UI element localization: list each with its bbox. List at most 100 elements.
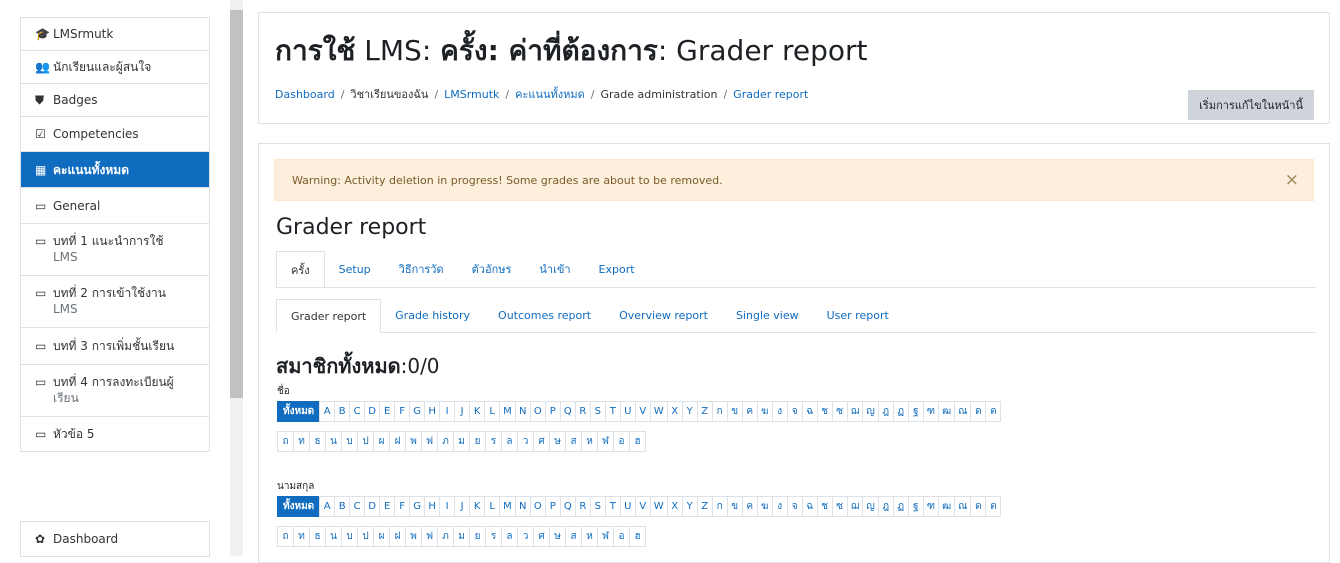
firstname-initial-all[interactable]: ทั้งหมด xyxy=(277,401,321,422)
firstname-initial-letter[interactable]: Y xyxy=(681,401,698,422)
firstname-initial-letter[interactable]: ฉ xyxy=(801,401,818,422)
primary-tab[interactable]: Export xyxy=(585,251,649,287)
lastname-initial-letter[interactable]: ช xyxy=(816,496,833,517)
firstname-initial-letter[interactable]: ซ xyxy=(831,401,848,422)
firstname-initial-letter[interactable]: M xyxy=(499,401,516,422)
sidebar-item[interactable]: ▦ คะแนนทั้งหมด xyxy=(21,152,209,188)
lastname-initial-letter[interactable]: W xyxy=(649,496,668,517)
firstname-initial-letter[interactable]: Z xyxy=(696,401,713,422)
firstname-initial-letter[interactable]: ฮ xyxy=(629,431,646,452)
lastname-initial-letter[interactable]: H xyxy=(424,496,441,517)
firstname-initial-letter[interactable]: I xyxy=(439,401,456,422)
lastname-initial-letter[interactable]: ณ xyxy=(954,496,972,517)
firstname-initial-letter[interactable]: ห xyxy=(581,431,598,452)
lastname-initial-letter[interactable]: ฉ xyxy=(801,496,818,517)
lastname-initial-letter[interactable]: ม xyxy=(453,526,470,547)
lastname-initial-letter[interactable]: F xyxy=(394,496,411,517)
lastname-initial-letter[interactable]: ร xyxy=(485,526,502,547)
firstname-initial-letter[interactable]: ต xyxy=(985,401,1002,422)
lastname-initial-letter[interactable]: ต xyxy=(985,496,1002,517)
firstname-initial-letter[interactable]: ด xyxy=(970,401,987,422)
lastname-initial-letter[interactable]: O xyxy=(529,496,546,517)
lastname-initial-letter[interactable]: ข xyxy=(726,496,743,517)
lastname-initial-letter[interactable]: ถ xyxy=(277,526,294,547)
firstname-initial-letter[interactable]: S xyxy=(589,401,606,422)
firstname-initial-letter[interactable]: O xyxy=(529,401,546,422)
firstname-initial-letter[interactable]: ฬ xyxy=(597,431,614,452)
firstname-initial-letter[interactable]: ป xyxy=(357,431,374,452)
lastname-initial-letter[interactable]: ฮ xyxy=(629,526,646,547)
firstname-initial-letter[interactable]: R xyxy=(574,401,591,422)
lastname-initial-letter[interactable]: น xyxy=(325,526,342,547)
lastname-initial-letter[interactable]: C xyxy=(349,496,366,517)
lastname-initial-letter[interactable]: ธ xyxy=(309,526,326,547)
lastname-initial-letter[interactable]: ส xyxy=(565,526,582,547)
firstname-initial-letter[interactable]: ฑ xyxy=(922,401,940,422)
sidebar-item[interactable]: 👥 นักเรียนและผู้สนใจ xyxy=(21,51,209,84)
lastname-initial-letter[interactable]: ฏ xyxy=(892,496,909,517)
lastname-initial-letter[interactable]: N xyxy=(514,496,531,517)
firstname-initial-letter[interactable]: ก xyxy=(711,401,728,422)
lastname-initial-letter[interactable]: ท xyxy=(293,526,310,547)
lastname-initial-letter[interactable]: I xyxy=(439,496,456,517)
firstname-initial-letter[interactable]: ย xyxy=(469,431,486,452)
lastname-initial-letter[interactable]: จ xyxy=(786,496,803,517)
lastname-initial-letter[interactable]: อ xyxy=(613,526,630,547)
firstname-initial-letter[interactable]: ฝ xyxy=(389,431,406,452)
firstname-initial-letter[interactable]: ส xyxy=(565,431,582,452)
lastname-initial-letter[interactable]: Z xyxy=(696,496,713,517)
firstname-initial-letter[interactable]: ฌ xyxy=(846,401,864,422)
lastname-initial-letter[interactable]: P xyxy=(544,496,561,517)
lastname-initial-letter[interactable]: ฬ xyxy=(597,526,614,547)
firstname-initial-letter[interactable]: ท xyxy=(293,431,310,452)
lastname-initial-letter[interactable]: G xyxy=(409,496,426,517)
firstname-initial-letter[interactable]: ช xyxy=(816,401,833,422)
close-icon[interactable]: × xyxy=(1285,170,1299,190)
firstname-initial-letter[interactable]: ค xyxy=(741,401,758,422)
secondary-tab[interactable]: Outcomes report xyxy=(484,299,605,332)
firstname-initial-letter[interactable]: ฟ xyxy=(421,431,438,452)
firstname-initial-letter[interactable]: ล xyxy=(501,431,518,452)
firstname-initial-letter[interactable]: ข xyxy=(726,401,743,422)
firstname-initial-letter[interactable]: ษ xyxy=(549,431,566,452)
sidebar-item[interactable]: ▭ บทที่ 4 การลงทะเบียนผู้ เรียน xyxy=(21,365,209,417)
firstname-initial-letter[interactable]: ฏ xyxy=(892,401,909,422)
primary-tab[interactable]: วิธีการวัด xyxy=(385,251,458,287)
sidebar-item[interactable]: ▭ บทที่ 3 การเพิ่มชั้นเรียน xyxy=(21,328,209,365)
sidebar-item[interactable]: ▭ บทที่ 2 การเข้าใช้งาน LMS xyxy=(21,276,209,328)
firstname-initial-letter[interactable]: ญ xyxy=(862,401,879,422)
firstname-initial-letter[interactable]: ง xyxy=(771,401,788,422)
breadcrumb-item[interactable]: Grader report xyxy=(733,88,808,101)
lastname-initial-letter[interactable]: E xyxy=(379,496,396,517)
firstname-initial-letter[interactable]: L xyxy=(484,401,501,422)
sidebar-scrollbar-thumb[interactable] xyxy=(230,10,243,398)
firstname-initial-letter[interactable]: บ xyxy=(341,431,358,452)
lastname-initial-letter[interactable]: ซ xyxy=(831,496,848,517)
firstname-initial-letter[interactable]: G xyxy=(409,401,426,422)
breadcrumb-item[interactable]: LMSrmutk xyxy=(444,88,499,101)
lastname-initial-letter[interactable]: ศ xyxy=(533,526,550,547)
firstname-initial-letter[interactable]: B xyxy=(334,401,351,422)
secondary-tab[interactable]: Grader report xyxy=(276,299,382,333)
lastname-initial-letter[interactable]: U xyxy=(619,496,636,517)
lastname-initial-letter[interactable]: J xyxy=(454,496,471,517)
sidebar-item[interactable]: 🎓 LMSrmutk xyxy=(21,18,209,51)
sidebar-item-dashboard[interactable]: ✿ Dashboard xyxy=(21,522,209,556)
firstname-initial-letter[interactable]: H xyxy=(424,401,441,422)
lastname-initial-letter[interactable]: Q xyxy=(559,496,576,517)
lastname-initial-letter[interactable]: L xyxy=(484,496,501,517)
lastname-initial-letter[interactable]: ค xyxy=(741,496,758,517)
firstname-initial-letter[interactable]: X xyxy=(666,401,683,422)
lastname-initial-letter[interactable]: ฒ xyxy=(938,496,956,517)
lastname-initial-letter[interactable]: X xyxy=(666,496,683,517)
firstname-initial-letter[interactable]: J xyxy=(454,401,471,422)
lastname-initial-letter[interactable]: ฌ xyxy=(846,496,864,517)
lastname-initial-letter[interactable]: K xyxy=(469,496,486,517)
breadcrumb-item[interactable]: Dashboard xyxy=(275,88,335,101)
firstname-initial-letter[interactable]: W xyxy=(649,401,668,422)
lastname-initial-letter[interactable]: R xyxy=(574,496,591,517)
lastname-initial-letter[interactable]: ย xyxy=(469,526,486,547)
turn-editing-on-button[interactable]: เริ่มการแก้ไขในหน้านี้ xyxy=(1188,90,1314,120)
breadcrumb-item[interactable]: คะแนนทั้งหมด xyxy=(515,88,585,101)
firstname-initial-letter[interactable]: V xyxy=(634,401,651,422)
